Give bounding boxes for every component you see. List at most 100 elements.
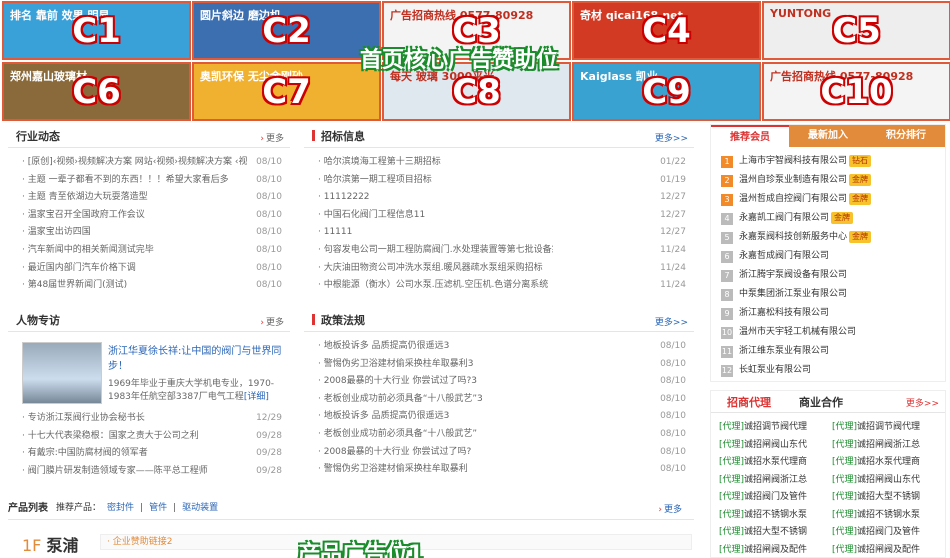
item-title: · 11111 xyxy=(318,227,353,238)
list-item[interactable]: · 2008最暴的十大行业 你尝试过了吗? 08/10 xyxy=(304,444,694,462)
ad-slot-c4[interactable]: 奇材 qicai168.net C4 xyxy=(572,1,761,60)
product-link[interactable]: 驱动装置 xyxy=(182,503,218,513)
people-list: · 专访浙江泵阀行业协会秘书长 12/29 · 十七大代表梁稳根：国家之责大于公司之… xyxy=(8,410,290,480)
ad-slot-c5[interactable]: YUNTONG C5 xyxy=(762,1,950,60)
people-head: 人物专访 xyxy=(8,308,290,332)
ad-slot-c9[interactable]: Kaiglass 凯业 C9 xyxy=(572,62,761,121)
ad-slot-c10[interactable]: 广告招商热线 0577-80928 C10 xyxy=(762,62,950,121)
member-tab-1[interactable]: 最新加入 xyxy=(789,125,867,147)
agent-item[interactable]: [代理]诚招不锈钢水泵 xyxy=(832,507,937,525)
member-tab-0[interactable]: 推荐会员 xyxy=(711,125,789,147)
agent-item[interactable]: [代理]诚招水泵代理商 xyxy=(719,454,824,472)
ad-slot-c7[interactable]: 奥凯环保 无尘金刚砂 C7 xyxy=(192,62,381,121)
agent-tag: [代理] xyxy=(832,527,858,537)
list-item[interactable]: · 主题 一辈子都看不到的东西！！！希望大家看后多 08/10 xyxy=(8,172,290,190)
list-item[interactable]: · 第48届世界新闻门(测试) 08/10 xyxy=(8,277,290,295)
list-item[interactable]: · [原创]‹视频›视频解决方案 网站‹视频›视频解决方案 ‹视 08/10 xyxy=(8,154,290,172)
agent-item[interactable]: [代理]诚招大型不锈钢 xyxy=(719,524,824,542)
agent-item[interactable]: [代理]诚招阀门及管件 xyxy=(832,524,937,542)
member-item[interactable]: 6 永嘉哲成阀门有限公司 xyxy=(711,247,945,266)
agent-tag: [代理] xyxy=(719,457,745,467)
list-item[interactable]: · 主题 青至依湖边大玩耍落造型 08/10 xyxy=(8,189,290,207)
member-item[interactable]: 3 温州哲成自控阀门有限公司 金牌 xyxy=(711,190,945,209)
list-item[interactable]: · 11112222 12/27 xyxy=(304,189,694,207)
list-item[interactable]: · 十七大代表梁稳根：国家之责大于公司之利 09/28 xyxy=(8,428,290,446)
member-item[interactable]: 12 长虹泵业有限公司 xyxy=(711,361,945,380)
list-item[interactable]: · 哈尔滨第一期工程项目招标 01/19 xyxy=(304,172,694,190)
people-more-link[interactable]: › 更多 xyxy=(260,315,284,328)
member-item[interactable]: 5 永嘉泵阀科技创新服务中心 金牌 xyxy=(711,228,945,247)
list-item[interactable]: · 警惕伪劣卫浴建材偷采换柱牟取暴利3 08/10 xyxy=(304,356,694,374)
ad-code: C2 xyxy=(262,11,311,51)
agent-item[interactable]: [代理]诚招调节阀代理 xyxy=(719,419,824,437)
agent-item[interactable]: [代理]诚招水泵代理商 xyxy=(832,454,937,472)
person-photo[interactable] xyxy=(22,342,102,404)
list-item[interactable]: · 哈尔滨境海工程第十三期招标 01/22 xyxy=(304,154,694,172)
person-desc: 1969年毕业于重庆大学机电专业，1970-1983年任航空部3387厂电气工程… xyxy=(108,379,275,402)
item-date: 08/10 xyxy=(256,262,282,273)
list-item[interactable]: · 大庆油田物资公司冲洗水泵组.暖风器疏水泵组采购招标 11/24 xyxy=(304,260,694,278)
member-item[interactable]: 11 浙江维东泵业有限公司 xyxy=(711,342,945,361)
product-link[interactable]: 管件 xyxy=(149,503,167,513)
list-item[interactable]: · 地板投诉多 品质提高仍很遥远3 08/10 xyxy=(304,338,694,356)
ad-code: C5 xyxy=(832,11,881,51)
list-item[interactable]: · 中国石化阀门工程信息11 12/27 xyxy=(304,207,694,225)
products-more-link[interactable]: › 更多 xyxy=(658,502,682,515)
agent-item[interactable]: [代理]诚招大型不锈钢 xyxy=(832,489,937,507)
member-item[interactable]: 8 中泵集团浙江泵业有限公司 xyxy=(711,285,945,304)
ad-code: C9 xyxy=(642,72,691,112)
list-item[interactable]: · 老板创业成功前必须具备“十八般武艺” 08/10 xyxy=(304,426,694,444)
agent-item[interactable]: [代理]诚招闸阀浙江总 xyxy=(832,437,937,455)
agent-title: 诚招阀门及管件 xyxy=(744,492,808,502)
list-item[interactable]: · 最近国内部门汽车价格下调 08/10 xyxy=(8,260,290,278)
agent-item[interactable]: [代理]诚招闸阀及配件 xyxy=(719,542,824,558)
list-item[interactable]: · 汽车新闻中的相关新闻测试完毕 08/10 xyxy=(8,242,290,260)
member-item[interactable]: 7 浙江腾宇泵阀设备有限公司 xyxy=(711,266,945,285)
bids-more-link[interactable]: 更多>> xyxy=(655,131,688,144)
member-item[interactable]: 9 浙江嘉松科技有限公司 xyxy=(711,304,945,323)
person-headline[interactable]: 浙江华夏徐长祥:让中国的阀门与世界同步！ xyxy=(108,344,293,374)
ad-slot-c1[interactable]: 排名 靠前 效果 明显 C1 xyxy=(2,1,191,60)
list-item[interactable]: · 阀门膜片研发制造领域专家——陈平总工程师 09/28 xyxy=(8,463,290,481)
member-item[interactable]: 10 温州市天宇轻工机械有限公司 xyxy=(711,323,945,342)
list-item[interactable]: · 有戴宗:中国防腐材阀的领军者 09/28 xyxy=(8,445,290,463)
bids-head: 招标信息 xyxy=(304,124,694,148)
item-date: 08/10 xyxy=(660,376,686,387)
agent-item[interactable]: [代理]诚招闸阀及配件 xyxy=(832,542,937,558)
agent-item[interactable]: [代理]诚招阀门及管件 xyxy=(719,489,824,507)
member-name: 浙江维东泵业有限公司 xyxy=(739,346,830,356)
tab-business[interactable]: 商业合作 xyxy=(771,394,843,410)
agent-item[interactable]: [代理]诚招不锈钢水泵 xyxy=(719,507,824,525)
list-item[interactable]: · 句容发电公司一期工程防腐阀门.水处理装置等第七批设备筹 11/24 xyxy=(304,242,694,260)
list-item[interactable]: · 2008最暴的十大行业 你尝试过了吗?3 08/10 xyxy=(304,373,694,391)
member-item[interactable]: 2 温州自珍泵业制造有限公司 金牌 xyxy=(711,171,945,190)
ad-code: C6 xyxy=(72,72,121,112)
list-item[interactable]: · 中根能源（衡水）公司水泵.压滤机.空压机.色谱分离系统 11/24 xyxy=(304,277,694,295)
list-item[interactable]: · 老板创业成功前必须具备“十八般武艺”3 08/10 xyxy=(304,391,694,409)
list-item[interactable]: · 警惕伪劣卫浴建材偷采换柱牟取暴利 08/10 xyxy=(304,461,694,479)
policy-list: · 地板投诉多 品质提高仍很遥远3 08/10 · 警惕伪劣卫浴建材偷采换柱牟取暴利… xyxy=(304,338,694,479)
product-ad-label: 产品广告位1 xyxy=(298,542,424,558)
agent-item[interactable]: [代理]诚招闸阀山东代 xyxy=(832,472,937,490)
list-item[interactable]: · 温家宝召开全国政府工作会议 08/10 xyxy=(8,207,290,225)
list-item[interactable]: · 地板投诉多 品质提高仍很遥远3 08/10 xyxy=(304,408,694,426)
member-item[interactable]: 1 上海市宇智阀科技有限公司 钻石 xyxy=(711,152,945,171)
product-link[interactable]: 密封件 xyxy=(107,503,134,513)
ad-slot-c2[interactable]: 圆片斜边 磨边机 C2 xyxy=(192,1,381,60)
agent-item[interactable]: [代理]诚招调节阀代理 xyxy=(832,419,937,437)
member-tab-2[interactable]: 积分排行 xyxy=(867,125,945,147)
list-item[interactable]: · 温家宝出访四国 08/10 xyxy=(8,224,290,242)
agents-more-link[interactable]: 更多>> xyxy=(906,396,939,409)
industry-more-link[interactable]: › 更多 xyxy=(260,131,284,144)
person-detail-link[interactable]: [详细] xyxy=(244,392,269,402)
member-item[interactable]: 4 永嘉凯工阀门有限公司 金牌 xyxy=(711,209,945,228)
ad-slot-c6[interactable]: 郑州嘉山玻璃材 C6 xyxy=(2,62,191,121)
tab-agency[interactable]: 招商代理 xyxy=(711,394,771,410)
agent-item[interactable]: [代理]诚招闸阀浙江总 xyxy=(719,472,824,490)
list-item[interactable]: · 专访浙江泵阀行业协会秘书长 12/29 xyxy=(8,410,290,428)
policy-more-link[interactable]: 更多>> xyxy=(655,315,688,328)
agent-item[interactable]: [代理]诚招闸阀山东代 xyxy=(719,437,824,455)
item-title: · 句容发电公司一期工程防腐阀门.水处理装置等第七批设备筹 xyxy=(318,244,553,255)
list-item[interactable]: · 11111 12/27 xyxy=(304,224,694,242)
item-date: 08/10 xyxy=(660,341,686,351)
